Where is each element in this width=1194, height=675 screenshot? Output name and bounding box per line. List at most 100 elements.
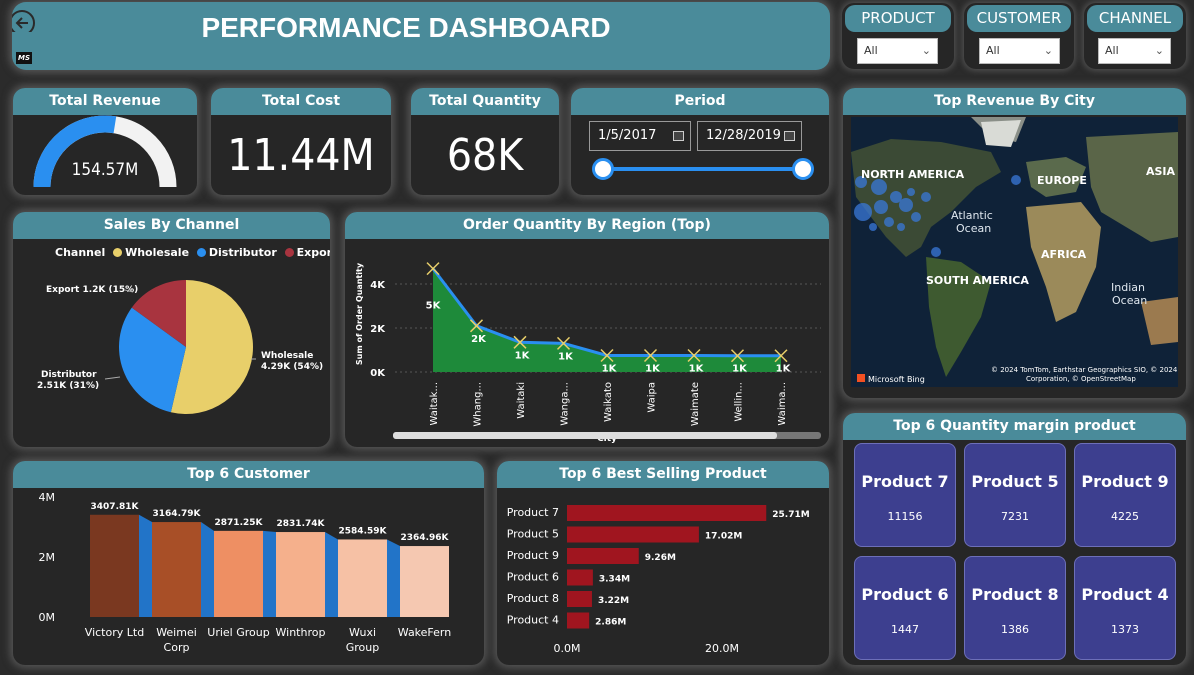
world-map[interactable]: NORTH AMERICA EUROPE ASIA AFRICA SOUTH A… xyxy=(851,117,1178,387)
order-quantity-card: Order Quantity By Region (Top) 4K 2K 0K 5K W… xyxy=(345,212,829,447)
chevron-down-icon: ⌄ xyxy=(921,44,931,57)
product-card[interactable]: Product 5 7231 xyxy=(964,443,1066,547)
chevron-down-icon: ⌄ xyxy=(1043,44,1053,57)
map-label-europe: EUROPE xyxy=(1037,174,1087,187)
channel-slicer: CHANNEL All ⌄ xyxy=(1084,3,1186,69)
product-slicer-label: PRODUCT xyxy=(845,5,951,32)
calendar-icon xyxy=(673,131,684,141)
customer-dropdown-value: All xyxy=(986,44,1000,57)
period-slider-end-handle[interactable] xyxy=(792,158,814,180)
scrollbar-thumb[interactable] xyxy=(393,432,777,439)
x-tick-label: Whang... xyxy=(473,382,484,427)
period-slider-track[interactable] xyxy=(603,167,803,171)
data-label: 2584.59K xyxy=(339,526,388,536)
page-title: PERFORMANCE DASHBOARD xyxy=(201,12,611,43)
y-tick-label: Product 8 xyxy=(507,592,559,605)
y-tick-label: 2M xyxy=(39,551,56,564)
best-selling-card: Top 6 Best Selling Product Product 7 25.7… xyxy=(497,461,829,665)
data-label: 5K xyxy=(426,301,442,312)
product-bar[interactable] xyxy=(567,591,592,607)
x-tick-label: Winthrop xyxy=(276,626,326,639)
product-card-value: 7231 xyxy=(1001,510,1029,523)
ribbon-connector xyxy=(325,532,338,617)
data-label: 1K xyxy=(515,350,531,361)
data-label: 3.22M xyxy=(598,596,629,606)
x-tick-label: Wellin... xyxy=(734,382,745,422)
pie-label-distributor-name: Distributor xyxy=(41,370,97,380)
product-bar[interactable] xyxy=(567,548,639,564)
customer-bar[interactable] xyxy=(338,539,387,617)
y-tick-label: 0K xyxy=(370,368,386,379)
x-tick-label: Waima... xyxy=(777,382,788,426)
x-tick-label: Wanga... xyxy=(560,382,571,426)
data-label: 17.02M xyxy=(705,532,742,542)
channel-dropdown[interactable]: All ⌄ xyxy=(1098,38,1171,64)
data-label: 25.71M xyxy=(772,510,809,520)
customer-bar[interactable] xyxy=(90,514,139,617)
customer-dropdown[interactable]: All ⌄ xyxy=(979,38,1060,64)
product-card-value: 1447 xyxy=(891,623,919,636)
y-tick-label: Product 7 xyxy=(507,506,559,519)
product-dropdown[interactable]: All ⌄ xyxy=(857,38,938,64)
top-revenue-map-card: Top Revenue By City NORTH AMERICA EUROPE… xyxy=(843,88,1186,398)
data-label: 3.34M xyxy=(599,575,630,585)
map-label-north-america: NORTH AMERICA xyxy=(861,168,965,181)
product-bar[interactable] xyxy=(567,612,590,629)
data-label: 2831.74K xyxy=(277,519,326,529)
customer-slicer-label: CUSTOMER xyxy=(967,5,1071,32)
ms-logo: MS xyxy=(16,52,32,64)
best-selling-bar-chart[interactable]: Product 7 25.71M Product 5 17.02M Product 9 9… xyxy=(497,488,829,665)
total-quantity-title: Total Quantity xyxy=(411,88,559,115)
customer-bar[interactable] xyxy=(214,530,263,617)
product-bar[interactable] xyxy=(567,526,699,543)
customer-bar[interactable] xyxy=(276,532,325,617)
customer-bar[interactable] xyxy=(152,522,201,617)
y-tick-label: Product 4 xyxy=(507,614,559,627)
x-tick-label: Group xyxy=(346,641,380,654)
data-label: 3407.81K xyxy=(91,502,140,512)
top-customer-title: Top 6 Customer xyxy=(13,461,484,488)
product-card-name: Product 9 xyxy=(1081,472,1169,491)
x-tick-label: Waimate xyxy=(690,382,701,426)
product-card[interactable]: Product 8 1386 xyxy=(964,556,1066,660)
pie-label-export: Export 1.2K (15%) xyxy=(46,285,138,295)
product-bar[interactable] xyxy=(567,569,593,586)
top-customer-bar-chart[interactable]: 4M 2M 0M 3407.81K Victory Ltd 3164.79K Weimei C… xyxy=(13,488,484,665)
ribbon-connector xyxy=(263,530,276,617)
data-label: 2.86M xyxy=(595,618,626,628)
period-slider-start-handle[interactable] xyxy=(592,158,614,180)
y-tick-label: 0M xyxy=(39,611,56,624)
product-card[interactable]: Product 6 1447 xyxy=(854,556,956,660)
channel-dropdown-value: All xyxy=(1105,44,1119,57)
period-title: Period xyxy=(571,88,829,115)
end-date-input[interactable]: 12/28/2019 xyxy=(697,121,802,151)
x-tick-label: Waitaki xyxy=(516,382,527,419)
pie-label-wholesale-name: Wholesale xyxy=(261,351,313,361)
pie-label-wholesale-value: 4.29K (54%) xyxy=(261,362,323,372)
y-tick-label: 2K xyxy=(370,324,386,335)
total-revenue-card: Total Revenue 154.57M xyxy=(13,88,197,195)
x-tick-label: Corp xyxy=(164,641,190,654)
bing-logo-icon xyxy=(857,374,865,382)
total-quantity-card: Total Quantity 68K xyxy=(411,88,559,195)
channel-pie-chart[interactable]: Wholesale4.29K (54%) Distributor2.51K (31… xyxy=(13,247,330,447)
start-date-input[interactable]: 1/5/2017 xyxy=(589,121,691,151)
order-quantity-area-chart[interactable]: 4K 2K 0K 5K Waitak... 2K Whang... 1K Waitaki 1K Wa… xyxy=(345,239,829,447)
total-quantity-value: 68K xyxy=(446,130,524,181)
map-label-asia: ASIA xyxy=(1146,165,1176,178)
product-card[interactable]: Product 4 1373 xyxy=(1074,556,1176,660)
map-brand: Microsoft Bing xyxy=(868,375,925,384)
product-card-name: Product 4 xyxy=(1081,585,1169,604)
product-card[interactable]: Product 9 4225 xyxy=(1074,443,1176,547)
data-label: 9.26M xyxy=(645,553,676,563)
x-tick-label: Waikato xyxy=(603,382,614,422)
customer-bar[interactable] xyxy=(400,546,449,617)
product-bar[interactable] xyxy=(567,505,767,521)
top-customer-card: Top 6 Customer 4M 2M 0M 3407.81K Victory Ltd… xyxy=(13,461,484,665)
product-card[interactable]: Product 7 11156 xyxy=(854,443,956,547)
data-label: 2K xyxy=(471,334,487,345)
quantity-margin-title: Top 6 Quantity margin product xyxy=(843,413,1186,440)
data-label: 1K xyxy=(645,364,661,375)
order-quantity-scrollbar[interactable] xyxy=(393,432,821,439)
end-date-value: 12/28/2019 xyxy=(706,128,781,143)
